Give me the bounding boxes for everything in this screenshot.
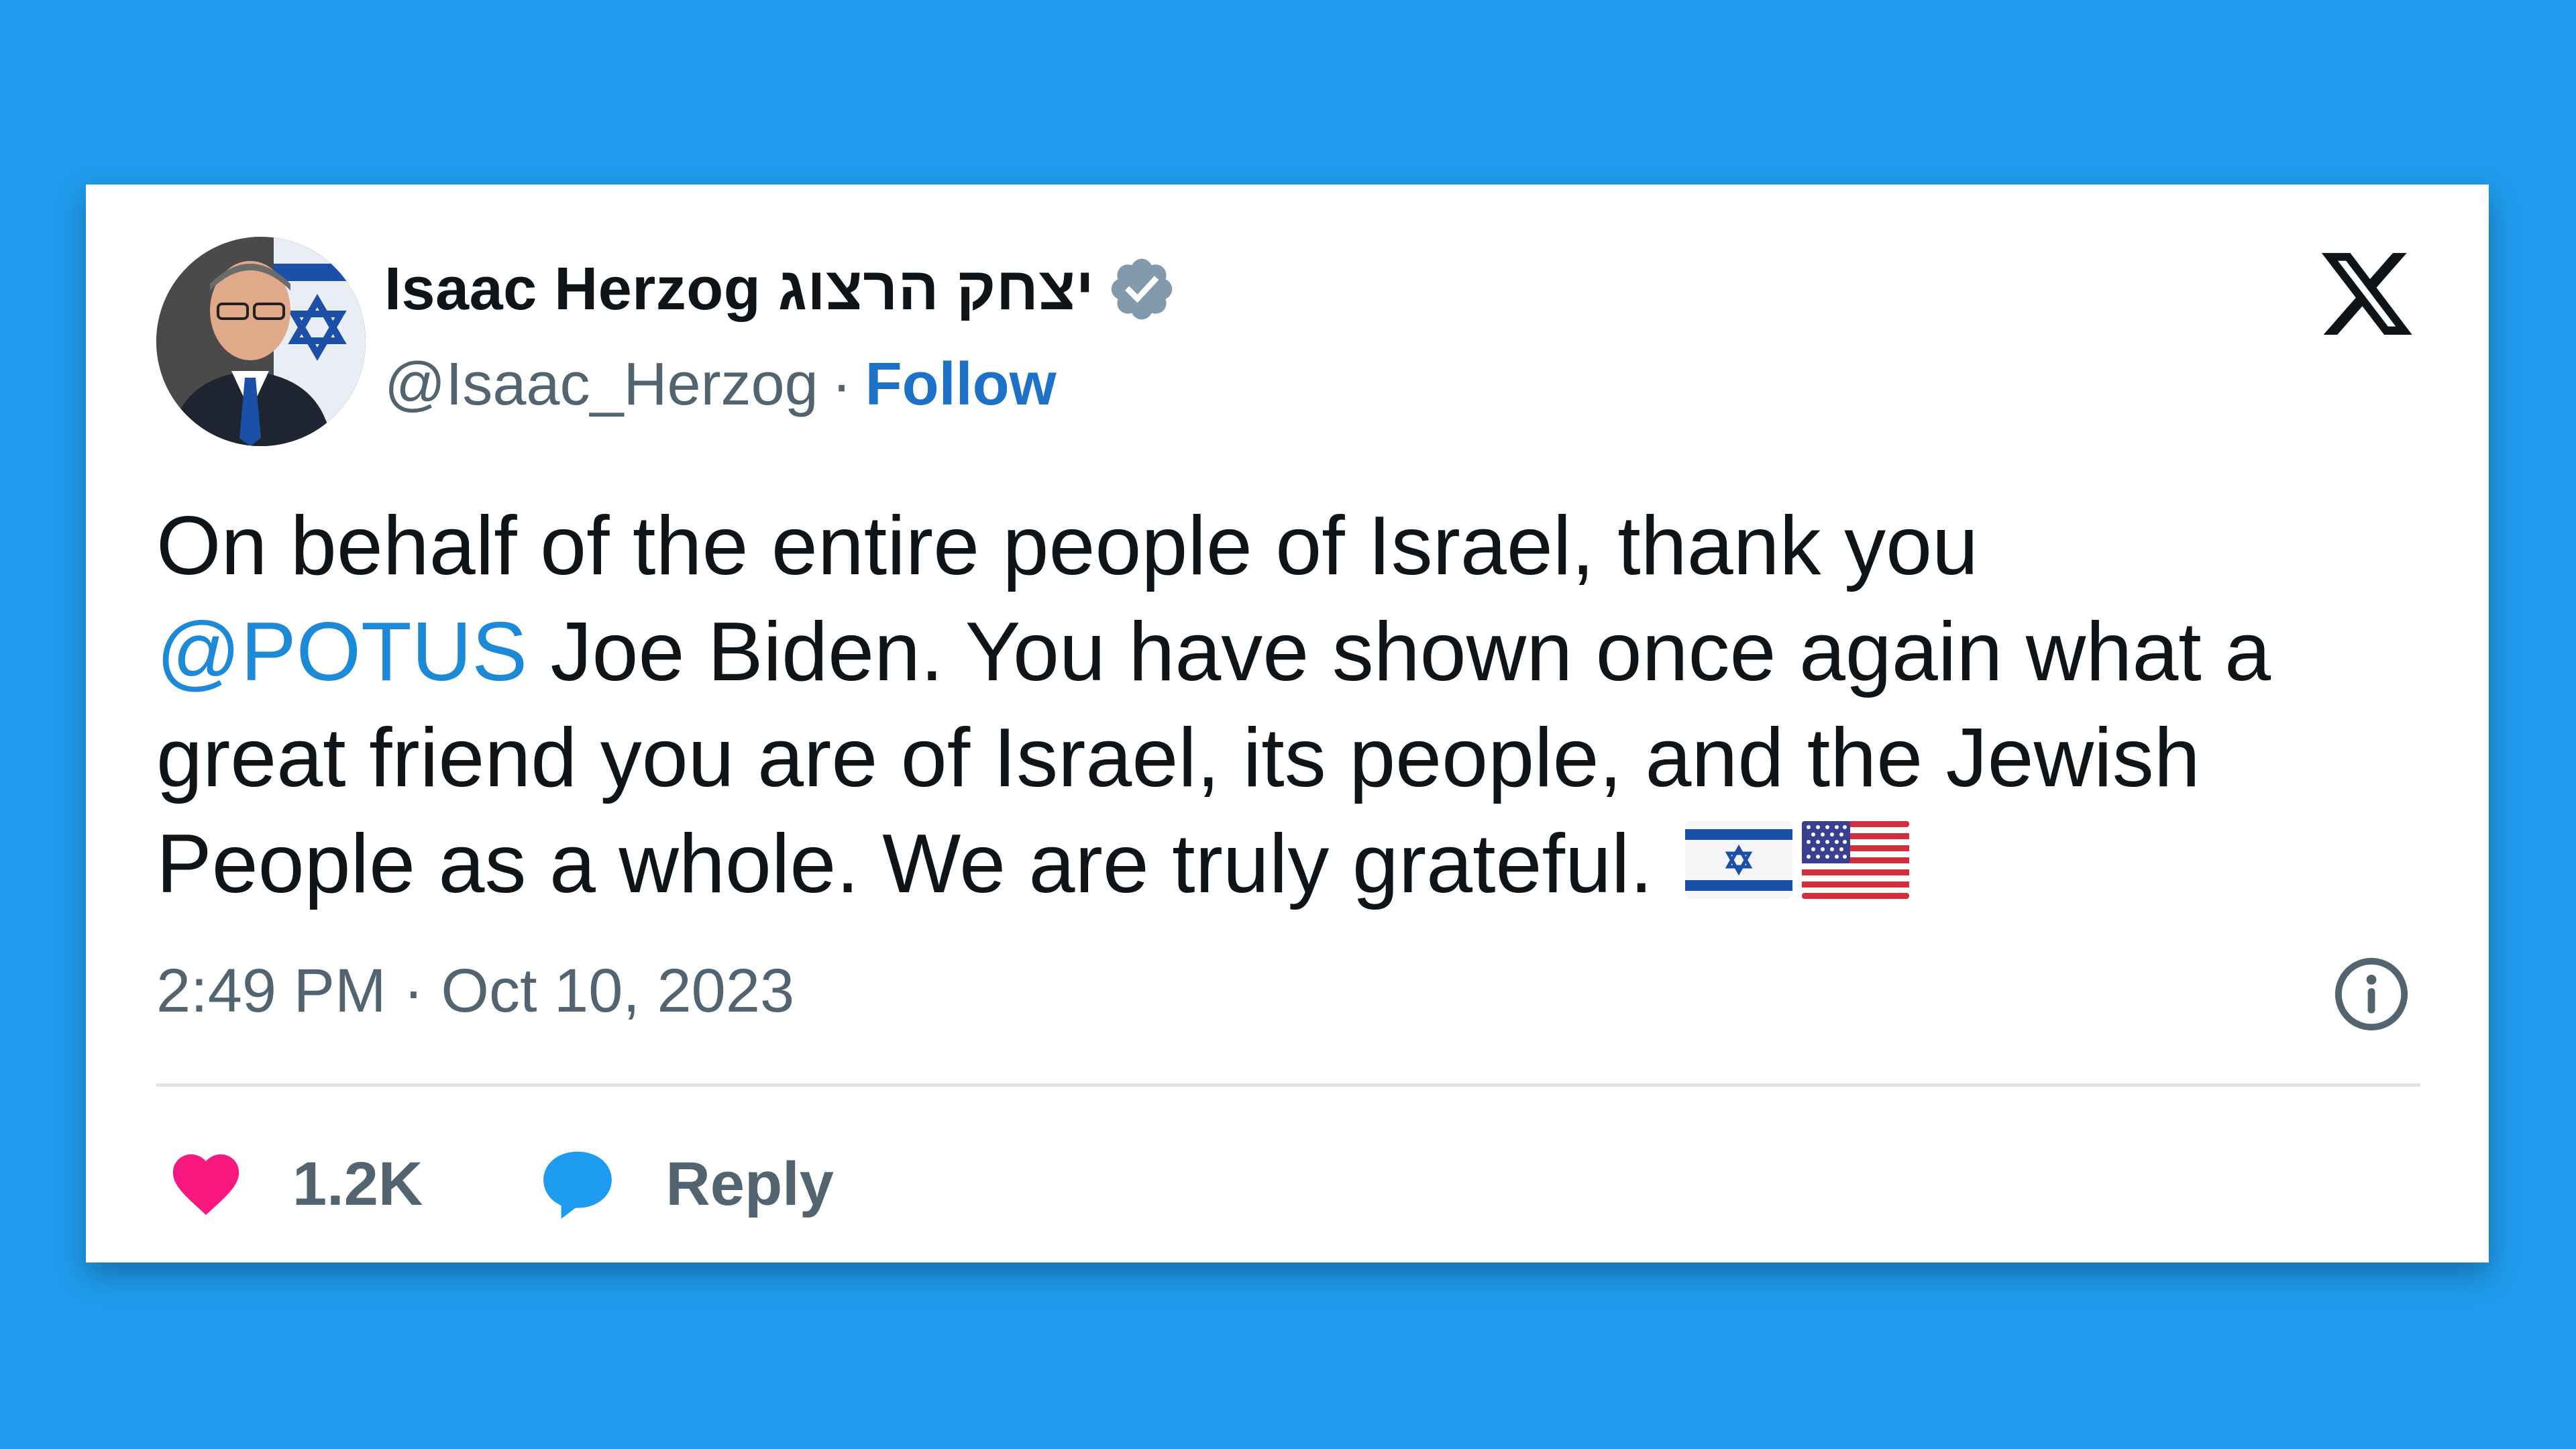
avatar-photo — [156, 237, 366, 446]
divider — [156, 1083, 2420, 1087]
tweet-text-line-4-body: People as a whole. We are truly grateful… — [156, 818, 1676, 910]
avatar[interactable] — [156, 237, 366, 446]
flag-usa-icon — [1802, 821, 1910, 899]
info-icon[interactable] — [2332, 955, 2411, 1034]
verified-badge-icon — [1112, 258, 1173, 320]
tweet-text-line-3: great friend you are of Israel, its peop… — [156, 712, 2200, 804]
tweet-text-line-4: People as a whole. We are truly grateful… — [156, 811, 2437, 917]
reply-button[interactable]: Reply — [537, 1143, 834, 1225]
handle-separator: · — [831, 350, 852, 418]
heart-icon — [172, 1154, 239, 1215]
author-display-name[interactable]: Isaac Herzog יצחק הרצוג — [384, 255, 1094, 324]
tweet-text: On behalf of the entire people of Israel… — [156, 493, 2437, 917]
tweet-actions: 1.2K Reply — [166, 1134, 834, 1234]
tweet-text-line-2: @POTUS Joe Biden. You have shown once ag… — [156, 599, 2437, 705]
author-handle[interactable]: @Isaac_Herzog — [384, 350, 818, 419]
author-handle-row: @Isaac_Herzog · Follow — [384, 347, 1057, 421]
tweet-text-line-2-rest: Joe Biden. You have shown once again wha… — [527, 606, 2271, 698]
like-count: 1.2K — [292, 1149, 423, 1218]
tweet-timestamp[interactable]: 2:49 PM · Oct 10, 2023 — [156, 956, 794, 1026]
author-name-row: Isaac Herzog יצחק הרצוג — [384, 249, 1177, 329]
like-button[interactable]: 1.2K — [166, 1144, 423, 1224]
tweet-text-line-1: On behalf of the entire people of Israel… — [156, 500, 1979, 592]
tweet-embed-card: Isaac Herzog יצחק הרצוג @Isaac_Herzog · … — [86, 184, 2489, 1263]
mention-link[interactable]: @POTUS — [156, 606, 527, 698]
follow-button[interactable]: Follow — [865, 350, 1057, 419]
reply-bubble-icon — [543, 1151, 612, 1219]
x-logo-icon[interactable] — [2316, 244, 2417, 344]
flag-israel-icon — [1685, 821, 1793, 899]
reply-label: Reply — [665, 1149, 834, 1218]
